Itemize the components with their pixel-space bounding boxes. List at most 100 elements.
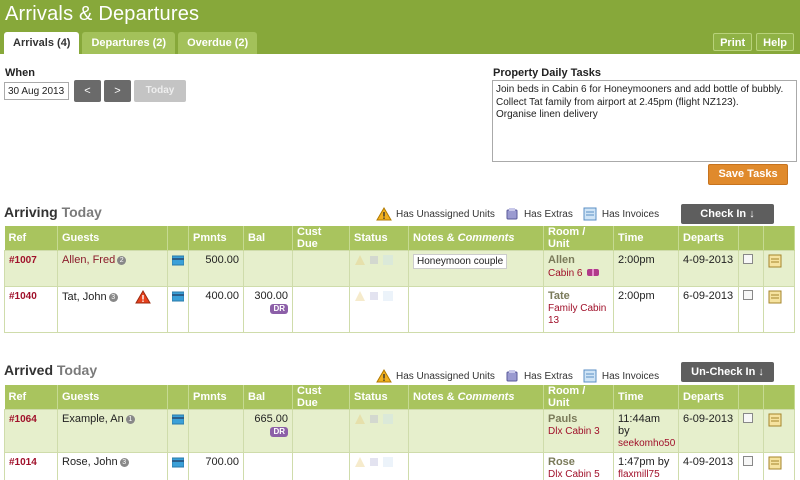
prev-day-button[interactable]: <: [74, 80, 101, 102]
col-pmnts[interactable]: Pmnts: [188, 226, 244, 251]
col-comments-label: Comments: [457, 232, 515, 244]
edit-note-icon[interactable]: [768, 290, 782, 304]
col-pmnts[interactable]: Pmnts: [188, 385, 244, 410]
room-unit-link[interactable]: Cabin 6: [548, 268, 582, 279]
extras-icon: [506, 370, 518, 382]
col-ref[interactable]: Ref: [4, 226, 58, 251]
row-checkbox[interactable]: [743, 413, 753, 423]
guest-count-badge: 3: [108, 292, 118, 302]
booking-ref-link[interactable]: #1014: [9, 457, 37, 468]
booking-ref-link[interactable]: #1040: [9, 291, 37, 302]
col-comments-label: Comments: [457, 391, 515, 403]
checkin-user-link[interactable]: seekomho50: [618, 438, 675, 449]
guest-name-link[interactable]: Allen, Fred: [62, 254, 115, 266]
status-icons: [354, 456, 404, 468]
col-notes[interactable]: Notes & Comments: [408, 226, 544, 251]
invoice-icon: [583, 369, 597, 383]
legend-unassigned: Has Unassigned Units: [396, 208, 495, 220]
col-departs[interactable]: Departs: [678, 226, 739, 251]
arriving-legend: Has Unassigned Units Has Extras Has Invo…: [376, 207, 668, 221]
payments-value: 400.00: [188, 286, 244, 333]
departs-date: 4-09-2013: [678, 250, 739, 287]
table-row[interactable]: #1040 Tat, John 3 400.00 300.00 DR Tate Fam…: [4, 286, 795, 333]
balance-value: 300.00: [254, 290, 288, 302]
note-text[interactable]: Honeymoon couple: [413, 254, 508, 269]
status-warning-icon: [355, 457, 365, 467]
row-checkbox[interactable]: [743, 456, 753, 466]
room-unit-link[interactable]: Dlx Cabin 3: [548, 426, 600, 437]
col-ref[interactable]: Ref: [4, 385, 58, 410]
today-button[interactable]: Today: [134, 80, 186, 102]
un-check-in-button[interactable]: Un-Check In ↓: [681, 362, 774, 382]
departs-date: 4-09-2013: [678, 452, 739, 480]
warning-icon: [376, 369, 392, 383]
guest-name-link[interactable]: Tat, John: [62, 291, 107, 303]
status-icons: [354, 413, 404, 425]
arrival-time: 2:00pm: [613, 286, 679, 333]
warning-icon: [134, 290, 151, 304]
col-guests[interactable]: Guests: [57, 385, 168, 410]
date-input[interactable]: [4, 82, 69, 100]
save-tasks-button[interactable]: Save Tasks: [708, 164, 788, 185]
row-checkbox[interactable]: [743, 254, 753, 264]
table-row[interactable]: #1014 Rose, John 3 700.00 Rose Dlx Cabin 5…: [4, 452, 795, 480]
help-button[interactable]: Help: [756, 33, 794, 51]
col-status[interactable]: Status: [349, 385, 409, 410]
status-invoice-icon: [383, 291, 393, 301]
arrival-time: 2:00pm: [613, 250, 679, 287]
when-label: When: [5, 67, 35, 79]
col-notes[interactable]: Notes & Comments: [408, 385, 544, 410]
status-icons: [354, 290, 404, 302]
col-cust-due[interactable]: Cust Due: [292, 226, 350, 251]
arriving-heading: Arriving Today: [4, 204, 102, 220]
checkin-user-link[interactable]: flaxmill75: [618, 469, 660, 480]
header-buttons: Print Help: [713, 33, 794, 51]
balance-value: 665.00: [254, 413, 288, 425]
status-extras-icon: [370, 458, 378, 466]
room-name: Allen: [548, 254, 575, 266]
col-time[interactable]: Time: [613, 226, 679, 251]
col-bal[interactable]: Bal: [243, 385, 293, 410]
booking-ref-link[interactable]: #1007: [9, 255, 37, 266]
print-button[interactable]: Print: [713, 33, 753, 51]
card-icon: [171, 414, 185, 425]
arrived-title: Arrived: [4, 362, 54, 378]
status-extras-icon: [370, 292, 378, 300]
col-bal[interactable]: Bal: [243, 226, 293, 251]
edit-note-icon[interactable]: [768, 254, 782, 268]
payments-value: [188, 409, 244, 453]
col-cust-due[interactable]: Cust Due: [292, 385, 350, 410]
table-row[interactable]: #1007 Allen, Fred 2 500.00 Honeymoon coup…: [4, 250, 795, 287]
tab-overdue[interactable]: Overdue (2): [178, 32, 258, 54]
room-unit-link[interactable]: Family Cabin 13: [548, 303, 606, 326]
col-room[interactable]: Room / Unit: [543, 385, 614, 410]
tab-arrivals[interactable]: Arrivals (4): [4, 32, 80, 54]
status-icons: [354, 254, 404, 266]
col-departs[interactable]: Departs: [678, 385, 739, 410]
table-row[interactable]: #1064 Example, An 1 665.00 DR Pauls Dlx Cab…: [4, 409, 795, 453]
booking-ref-link[interactable]: #1064: [9, 414, 37, 425]
status-extras-icon: [370, 256, 378, 264]
col-status[interactable]: Status: [349, 226, 409, 251]
check-in-button[interactable]: Check In ↓: [681, 204, 774, 224]
edit-note-icon[interactable]: [768, 456, 782, 470]
tab-departures[interactable]: Departures (2): [82, 32, 176, 54]
guest-name-link[interactable]: Rose, John: [62, 456, 118, 468]
tasks-textarea[interactable]: Join beds in Cabin 6 for Honeymooners an…: [492, 80, 797, 162]
col-time[interactable]: Time: [613, 385, 679, 410]
col-room[interactable]: Room / Unit: [543, 226, 614, 251]
col-notes-label: Notes &: [413, 232, 458, 244]
col-guests[interactable]: Guests: [57, 226, 168, 251]
arrived-subtitle: Today: [56, 362, 98, 378]
page-title: Arrivals & Departures: [5, 3, 200, 25]
edit-note-icon[interactable]: [768, 413, 782, 427]
checkin-time: 11:44am by: [618, 413, 660, 437]
guest-count-badge: 1: [125, 414, 135, 424]
row-checkbox[interactable]: [743, 290, 753, 300]
legend-extras: Has Extras: [523, 208, 573, 220]
payments-value: 700.00: [188, 452, 244, 480]
arriving-table: Ref Guests Pmnts Bal Cust Due Status Not…: [4, 226, 795, 333]
next-day-button[interactable]: >: [104, 80, 131, 102]
room-unit-link[interactable]: Dlx Cabin 5: [548, 469, 600, 480]
guest-name-link[interactable]: Example, An: [62, 413, 124, 425]
